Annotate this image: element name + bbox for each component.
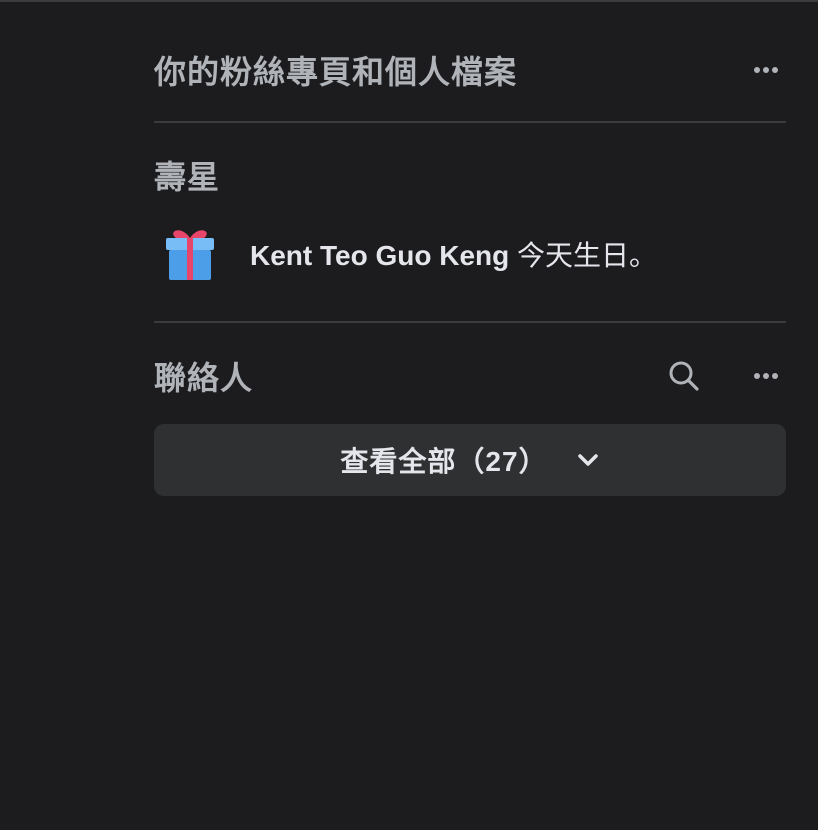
divider bbox=[154, 121, 786, 123]
birthday-message: 今天生日。 bbox=[509, 240, 658, 271]
contacts-more-options-button[interactable] bbox=[748, 362, 784, 390]
more-options-icon bbox=[753, 373, 780, 379]
chevron-down-icon bbox=[576, 448, 600, 472]
pages-section-header: 你的粉絲專頁和個人檔案 bbox=[154, 40, 786, 100]
contacts-search-button[interactable] bbox=[666, 358, 702, 394]
see-all-label: 查看全部（27） bbox=[340, 446, 548, 477]
birthdays-section-title: 壽星 bbox=[154, 159, 221, 195]
pages-section-title: 你的粉絲專頁和個人檔案 bbox=[154, 54, 518, 90]
birthday-item[interactable]: Kent Teo Guo Keng 今天生日。 bbox=[154, 214, 786, 294]
pages-more-options-button[interactable] bbox=[748, 56, 784, 84]
see-all-contacts-button[interactable]: 查看全部（27） bbox=[154, 424, 786, 496]
right-rail-panel: 你的粉絲專頁和個人檔案 壽星 Kent Teo Guo Keng 今天生日。 聯… bbox=[154, 0, 786, 496]
search-icon bbox=[669, 361, 699, 391]
contacts-section-title: 聯絡人 bbox=[154, 360, 254, 396]
divider bbox=[154, 321, 786, 323]
contacts-section-header: 聯絡人 bbox=[154, 346, 786, 406]
gift-icon bbox=[166, 230, 214, 280]
birthday-person-name[interactable]: Kent Teo Guo Keng bbox=[250, 240, 509, 271]
birthday-text: Kent Teo Guo Keng 今天生日。 bbox=[250, 234, 657, 274]
birthdays-section-header: 壽星 bbox=[154, 145, 786, 205]
more-options-icon bbox=[753, 67, 780, 73]
